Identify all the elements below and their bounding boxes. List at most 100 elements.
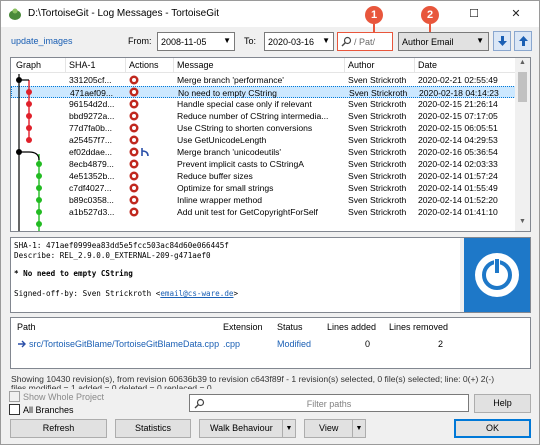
file-status: Modified [277, 339, 312, 349]
arrow-up-icon [519, 36, 528, 46]
window-title: D:\TortoiseGit - Log Messages - Tortoise… [28, 8, 219, 19]
help-button[interactable]: Help [474, 394, 531, 413]
revision-row-selected[interactable]: 471aef09... No need to empty CString Sve… [11, 86, 516, 98]
status-text-secondary: files modified = 1 added = 0 deleted = 0… [11, 383, 212, 389]
row-message: Optimize for small strings [177, 183, 274, 193]
column-header-message[interactable]: Message [177, 60, 214, 70]
detail-sha: SHA-1: 471aef0999ea83dd5e5fcc503ac84d60e… [14, 241, 229, 250]
row-message: Add unit test for GetCopyrightForSelf [177, 207, 318, 217]
row-author: Sven Strickroth [348, 171, 407, 181]
row-sha: b89c0358... [69, 195, 114, 205]
filter-paths-input[interactable]: Filter paths [189, 394, 469, 412]
revision-row[interactable]: 96154d2d... Handle special case only if … [11, 98, 516, 110]
tortoisegit-app-icon [9, 8, 21, 20]
row-date: 2020-02-15 21:26:14 [418, 99, 498, 109]
revision-row[interactable]: a25457f7... Use GetUnicodeLength Sven St… [11, 134, 516, 146]
revision-list-header: Graph SHA-1 Actions Message Author Date [11, 58, 516, 73]
commit-graph [16, 74, 42, 231]
revision-row[interactable]: bbd9272a... Reduce number of CString int… [11, 110, 516, 122]
files-column-lines-added[interactable]: Lines added [327, 322, 376, 332]
row-message: Reduce buffer sizes [177, 171, 253, 181]
commit-action-icon [129, 195, 139, 205]
row-author: Sven Strickroth [348, 135, 407, 145]
commit-action-icon [129, 159, 139, 169]
changed-files-list[interactable]: Path Extension Status Lines added Lines … [10, 317, 531, 369]
maximize-button[interactable]: ☐ [453, 1, 495, 27]
commit-action-icon [129, 207, 139, 217]
row-author: Sven Strickroth [348, 123, 407, 133]
chevron-down-icon[interactable]: ▼ [352, 420, 365, 437]
walk-behaviour-button[interactable]: Walk Behaviour ▼ [199, 419, 296, 438]
scroll-down-arrow-icon[interactable]: ▼ [515, 218, 530, 230]
row-date: 2020-02-16 05:36:54 [418, 147, 498, 157]
title-bar[interactable]: D:\TortoiseGit - Log Messages - Tortoise… [1, 1, 539, 27]
scroll-up-arrow-icon[interactable]: ▲ [515, 59, 530, 71]
column-header-actions[interactable]: Actions [129, 60, 159, 70]
commit-action-icon [129, 87, 139, 97]
row-sha: 331205cf... [69, 75, 112, 85]
column-header-author[interactable]: Author [348, 60, 375, 70]
scroll-down-button[interactable] [493, 31, 511, 51]
commit-action-icon [129, 123, 139, 133]
revision-row[interactable]: c7df4027... Optimize for small strings S… [11, 182, 516, 194]
row-date: 2020-02-21 02:55:49 [418, 75, 498, 85]
chevron-down-icon: ▼ [476, 36, 484, 45]
signed-off-suffix: > [233, 289, 239, 298]
author-email-link[interactable]: email@cs-ware.de [160, 289, 233, 298]
revision-row[interactable]: a1b527d3... Add unit test for GetCopyrig… [11, 206, 516, 218]
revision-row[interactable]: 4e51352b... Reduce buffer sizes Sven Str… [11, 170, 516, 182]
row-date: 2020-02-14 01:52:20 [418, 195, 498, 205]
from-date-picker[interactable]: 2008-11-05 ▼ [157, 32, 235, 51]
branch-link[interactable]: update_images [11, 36, 73, 46]
file-lines-removed: 2 [438, 339, 444, 349]
files-column-status[interactable]: Status [277, 322, 303, 332]
row-date: 2020-02-15 07:17:05 [418, 111, 498, 121]
all-branches-label: All Branches [23, 405, 74, 415]
ok-button[interactable]: OK [454, 419, 531, 438]
column-header-graph[interactable]: Graph [16, 60, 41, 70]
revision-list-scrollbar[interactable]: ▲ ▼ [515, 58, 530, 231]
row-date: 2020-02-14 01:57:24 [418, 171, 498, 181]
column-header-date[interactable]: Date [418, 60, 437, 70]
files-column-path[interactable]: Path [17, 322, 36, 332]
files-column-extension[interactable]: Extension [223, 322, 263, 332]
commit-action-icon [129, 99, 139, 109]
callout-1: 1 [365, 6, 383, 24]
revision-row[interactable]: b89c0358... Inline wrapper method Sven S… [11, 194, 516, 206]
commit-message-panel[interactable]: SHA-1: 471aef0999ea83dd5e5fcc503ac84d60e… [10, 237, 531, 313]
to-label: To: [244, 36, 257, 46]
statistics-button[interactable]: Statistics [115, 419, 191, 438]
all-branches-checkbox[interactable] [9, 404, 20, 415]
revision-row[interactable]: ef02ddae... Merge branch 'unicodeutils' … [11, 146, 516, 158]
revision-list[interactable]: Graph SHA-1 Actions Message Author Date … [10, 57, 531, 232]
row-message: Merge branch 'performance' [177, 75, 284, 85]
row-sha: 96154d2d... [69, 99, 115, 109]
scrollbar-thumb[interactable] [518, 72, 527, 102]
from-label: From: [128, 36, 152, 46]
column-header-sha[interactable]: SHA-1 [69, 60, 96, 70]
refresh-button[interactable]: Refresh [10, 419, 107, 438]
row-author: Sven Strickroth [348, 99, 407, 109]
show-whole-project-checkbox[interactable] [9, 391, 20, 402]
row-sha: 4e51352b... [69, 171, 115, 181]
row-author: Sven Strickroth [348, 207, 407, 217]
scroll-up-button[interactable] [514, 31, 532, 51]
row-date: 2020-02-15 06:05:51 [418, 123, 498, 133]
search-input[interactable]: / Pat/ [337, 32, 393, 51]
revision-row[interactable]: 8ecb4879... Prevent implicit casts to CS… [11, 158, 516, 170]
row-author: Sven Strickroth [348, 195, 407, 205]
view-button[interactable]: View ▼ [304, 419, 366, 438]
filter-field-select[interactable]: Author Email ▼ [398, 32, 489, 51]
file-path: src/TortoiseGitBlame/TortoiseGitBlameDat… [29, 339, 220, 349]
row-sha: 8ecb4879... [69, 159, 114, 169]
files-column-lines-removed[interactable]: Lines removed [389, 322, 448, 332]
revision-row[interactable]: 77d7fa0b... Use CString to shorten conve… [11, 122, 516, 134]
close-button[interactable]: ✕ [495, 1, 537, 27]
search-placeholder: / Pat/ [354, 37, 376, 47]
commit-action-icon [129, 171, 139, 181]
chevron-down-icon[interactable]: ▼ [282, 420, 295, 437]
revision-row[interactable]: 331205cf... Merge branch 'performance' S… [11, 74, 516, 86]
row-sha: bbd9272a... [69, 111, 115, 121]
graph-node [26, 89, 32, 95]
to-date-picker[interactable]: 2020-03-16 ▼ [264, 32, 334, 51]
